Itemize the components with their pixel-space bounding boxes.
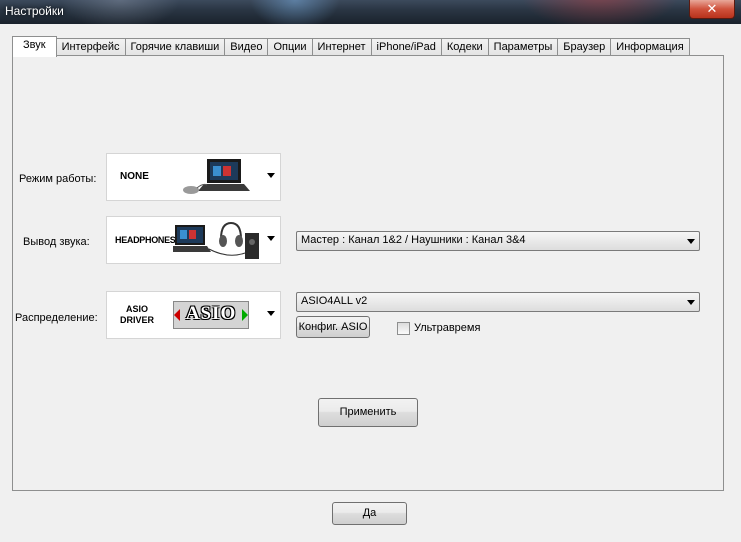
tab-parameters[interactable]: Параметры (487, 38, 559, 56)
output-routing-value: Мастер : Канал 1&2 / Наушники : Канал 3&… (301, 234, 526, 246)
mode-label: Режим работы: (19, 173, 97, 185)
output-caption: HEADPHONES (115, 235, 176, 245)
distribution-caption-line1: ASIO (125, 304, 148, 314)
asio-driver-value: ASIO4ALL v2 (301, 295, 368, 307)
tab-label: Звук (23, 39, 46, 51)
asio-driver-dropdown[interactable]: ASIO4ALL v2 (296, 292, 700, 312)
ultralatency-label: Ультравремя (414, 322, 481, 334)
tab-label: Браузер (563, 41, 606, 53)
chevron-down-icon (267, 311, 275, 316)
tab-interface[interactable]: Интерфейс (55, 38, 126, 56)
output-selector[interactable]: HEADPHONES (106, 216, 281, 264)
distribution-caption: ASIO DRIVER (115, 304, 159, 326)
tab-iphone-ipad[interactable]: iPhone/iPad (370, 38, 442, 56)
window-title: Настройки (5, 4, 64, 18)
headphones-laptop-icon (173, 221, 259, 259)
settings-dialog: Звук Интерфейс Горячие клавиши Видео Опц… (6, 24, 735, 536)
tab-label: Опции (273, 41, 307, 53)
title-bar-decoration (250, 0, 340, 24)
distribution-label: Распределение: (15, 312, 98, 324)
output-label: Вывод звука: (23, 236, 90, 248)
chevron-down-icon (267, 236, 275, 241)
title-bar: Настройки ✕ (0, 0, 741, 24)
tab-options[interactable]: Опции (267, 38, 313, 56)
tab-label: Видео (230, 41, 263, 53)
tab-label: Интерфейс (61, 41, 120, 53)
chevron-down-icon (687, 239, 695, 244)
tab-sound[interactable]: Звук (12, 36, 57, 57)
tab-hotkeys[interactable]: Горячие клавиши (124, 38, 226, 56)
apply-button[interactable]: Применить (318, 398, 418, 427)
tab-label: Горячие клавиши (130, 41, 220, 53)
asio-logo-text: ASIO (185, 303, 237, 324)
tab-browser[interactable]: Браузер (557, 38, 612, 56)
close-icon: ✕ (706, 1, 718, 16)
tab-label: iPhone/iPad (376, 41, 436, 53)
distribution-selector[interactable]: ASIO DRIVER ASIO (106, 291, 281, 339)
ok-button[interactable]: Да (332, 502, 407, 525)
distribution-caption-line2: DRIVER (119, 315, 154, 325)
sound-tab-panel: Режим работы: NONE Вывод звука: HEADPHON… (12, 55, 724, 491)
asio-config-button[interactable]: Конфиг. ASIO (296, 316, 370, 338)
ultralatency-checkbox[interactable] (397, 322, 410, 335)
chevron-down-icon (687, 300, 695, 305)
ok-button-label: Да (362, 507, 377, 519)
tab-label: Информация (616, 41, 684, 53)
tab-bar: Звук Интерфейс Горячие клавиши Видео Опц… (12, 36, 690, 57)
close-button[interactable]: ✕ (689, 0, 735, 19)
apply-button-label: Применить (339, 406, 397, 418)
title-bar-decoration (520, 0, 680, 24)
mode-selector[interactable]: NONE (106, 153, 281, 201)
chevron-down-icon (267, 173, 275, 178)
tab-information[interactable]: Информация (610, 38, 690, 56)
tab-label: Параметры (493, 41, 553, 53)
asio-config-button-label: Конфиг. ASIO (298, 321, 368, 333)
title-bar-decoration (60, 0, 180, 24)
tab-label: Интернет (317, 41, 366, 53)
output-routing-dropdown[interactable]: Мастер : Канал 1&2 / Наушники : Канал 3&… (296, 231, 700, 251)
tab-internet[interactable]: Интернет (311, 38, 372, 56)
mode-caption: NONE (120, 171, 149, 182)
tab-video[interactable]: Видео (224, 38, 269, 56)
tab-label: Кодеки (446, 41, 483, 53)
tab-codecs[interactable]: Кодеки (440, 38, 489, 56)
asio-logo: ASIO (173, 301, 249, 329)
laptop-icon (183, 159, 250, 194)
